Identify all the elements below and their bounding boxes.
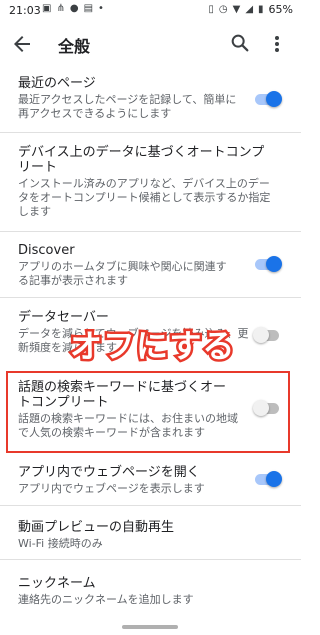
setting-subtitle: 連絡先のニックネームを追加します — [18, 593, 194, 606]
setting-subtitle: アプリ内でウェブページを表示します — [18, 482, 205, 495]
dot-icon: • — [98, 3, 104, 14]
data-saver-toggle[interactable] — [253, 327, 281, 343]
search-icon[interactable] — [229, 32, 251, 54]
vibrate-icon: ▯ — [208, 4, 214, 15]
open-in-app-toggle[interactable] — [253, 471, 282, 487]
page-title: 全般 — [58, 37, 91, 56]
divider — [0, 297, 301, 298]
back-arrow-icon[interactable] — [10, 32, 34, 56]
wifi-icon: ▼ — [232, 4, 241, 15]
status-time: 21:03 — [9, 4, 41, 17]
notification-icons: ▣ ⋔ ● ▤ • — [42, 3, 104, 14]
setting-title: 動画プレビューの自動再生 — [18, 520, 175, 535]
setting-title: ニックネーム — [18, 576, 96, 591]
image-icon: ▤ — [83, 3, 94, 14]
more-vert-icon[interactable] — [270, 32, 284, 56]
recent-pages-toggle[interactable] — [253, 91, 282, 107]
setting-title: Discover — [18, 243, 75, 258]
setting-title: アプリ内でウェブページを開く — [18, 465, 200, 480]
setting-subtitle: Wi-Fi 接続時のみ — [18, 537, 103, 550]
alarm-icon: ◷ — [218, 4, 228, 15]
discover-toggle[interactable] — [253, 256, 282, 272]
facebook-icon: ● — [69, 3, 79, 14]
share-icon: ⋔ — [56, 3, 65, 14]
divider — [0, 132, 301, 133]
gesture-bar — [0, 619, 301, 635]
system-icons: ▯ ◷ ▼ ◢ ▮ 65% — [208, 3, 293, 16]
screenshot-icon: ▣ — [42, 3, 52, 14]
battery-icon: ▮ — [258, 4, 264, 15]
divider — [0, 505, 301, 506]
divider — [0, 559, 301, 560]
setting-subtitle: インストール済みのアプリなど、デバイス上のデータをオートコンプリート候補として表… — [18, 177, 271, 218]
setting-title: デバイス上のデータに基づくオートコンプリート — [18, 145, 265, 175]
battery-level: 65% — [268, 3, 293, 16]
highlight-box — [6, 371, 290, 453]
setting-title: 最近のページ — [18, 76, 96, 91]
divider — [0, 231, 301, 232]
setting-subtitle: 最近アクセスしたページを記録して、簡単に再アクセスできるようにします — [18, 93, 237, 120]
app-bar: 全般 — [0, 22, 301, 66]
home-handle[interactable] — [122, 625, 178, 629]
signal-icon: ◢ — [245, 4, 254, 15]
status-bar: 21:03 ▣ ⋔ ● ▤ • ▯ ◷ ▼ ◢ ▮ 65% — [0, 0, 301, 22]
annotation-label: オフにする — [67, 325, 236, 368]
setting-subtitle: アプリのホームタブに興味や関心に関連する記事が表示されます — [18, 260, 227, 287]
